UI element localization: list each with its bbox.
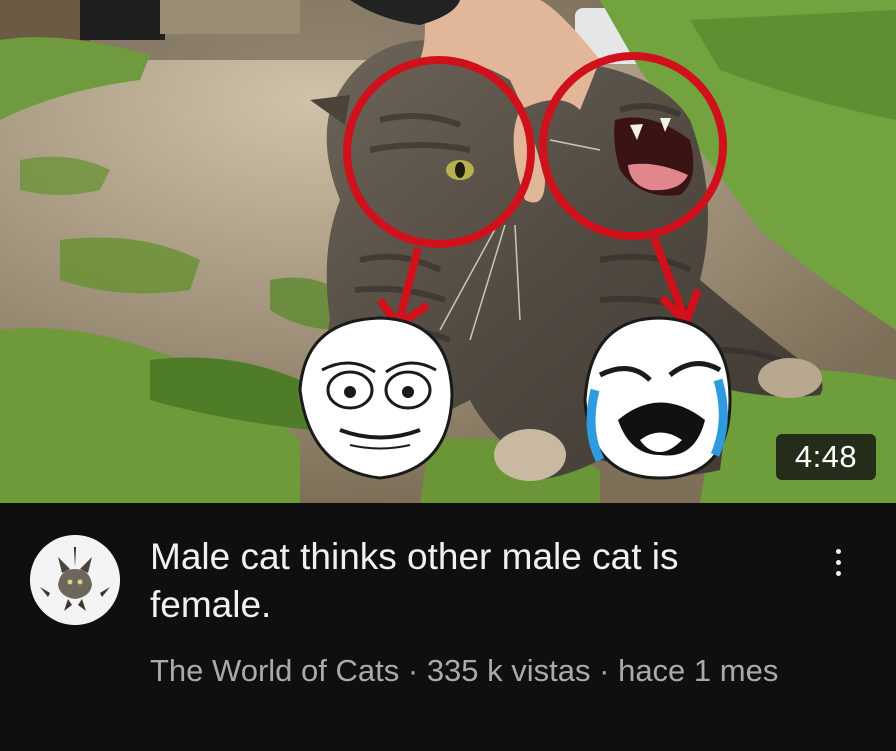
dot	[835, 559, 841, 565]
channel-name[interactable]: The World of Cats	[150, 653, 399, 688]
view-count: 335 k vistas	[426, 653, 591, 688]
upload-age: hace 1 mes	[618, 653, 779, 688]
thumbnail-image	[0, 0, 896, 503]
video-title[interactable]: Male cat thinks other male cat is female…	[150, 533, 790, 629]
dot	[835, 570, 841, 576]
dot	[835, 548, 841, 554]
crying-meme-face	[583, 316, 732, 480]
more-vert-icon[interactable]	[818, 539, 858, 585]
meta-separator: ·	[590, 653, 619, 688]
channel-avatar[interactable]	[30, 535, 120, 625]
duration-badge: 4:48	[776, 434, 876, 480]
video-details[interactable]: Male cat thinks other male cat is female…	[0, 503, 896, 751]
meta-separator: ·	[399, 653, 427, 688]
video-metadata: The World of Cats · 335 k vistas · hace …	[150, 648, 790, 694]
cat-avatar-icon	[30, 535, 120, 625]
video-thumbnail[interactable]: 4:48	[0, 0, 896, 503]
